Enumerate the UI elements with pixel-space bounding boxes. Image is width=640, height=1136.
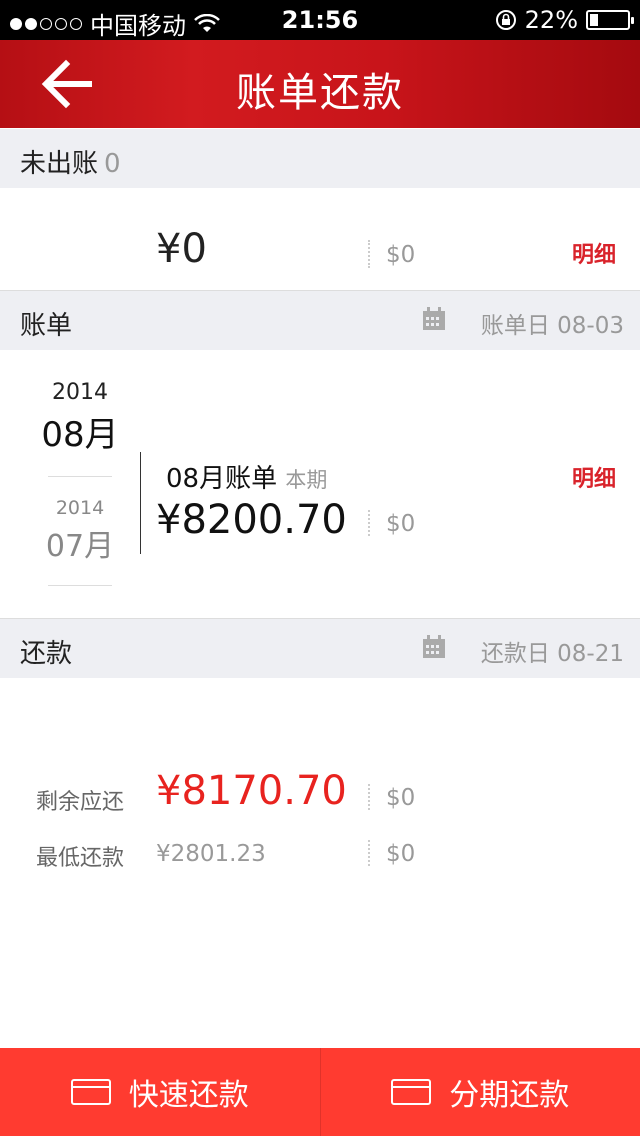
bill-date: 账单日 08-03 [480,313,624,339]
min-payment-usd: $0 [386,841,416,867]
bill-title: 08月账单 [166,464,278,494]
month-year: 2014 [52,380,108,405]
unbilled-count: 0 [104,149,121,179]
unbilled-amount: ¥0 [156,226,207,272]
unbilled-detail-link[interactable]: 明细 [572,237,616,269]
status-bar: 中国移动 21:56 22% [0,0,640,40]
repay-date: 还款日 08-21 [480,641,624,667]
unbilled-usd: $0 [386,242,416,268]
bill-detail-link[interactable]: 明细 [572,461,616,493]
divider [48,476,112,477]
calendar-icon [423,635,445,658]
remaining-usd: $0 [386,785,416,811]
unbilled-header: 未出账 0 [0,129,640,188]
divider-dotted [368,510,370,536]
month-label: 08月 [41,415,119,455]
rotation-lock-icon [495,10,516,30]
month-divider-line [140,452,141,554]
installment-repay-label: 分期还款 [449,1078,570,1113]
divider-dotted [368,840,370,866]
divider-dotted [368,784,370,810]
quick-repay-button[interactable]: 快速还款 [0,1048,320,1136]
unbilled-label: 未出账 [20,149,99,179]
card-icon [70,1079,111,1105]
month-year: 2014 [55,497,105,519]
month-item-previous[interactable]: 2014 07月 [20,497,140,565]
remaining-amount: ¥8170.70 [156,768,347,814]
divider-dotted [368,240,370,268]
page-title: 账单还款 [236,70,404,116]
bill-amount: ¥8200.70 [156,497,347,543]
installment-repay-button[interactable]: 分期还款 [319,1048,640,1136]
nav-bar: 账单还款 [0,40,640,128]
battery-icon [586,10,634,30]
bottom-action-bar: 快速还款 分期还款 [0,1048,640,1136]
bill-period: 本期 [285,468,328,492]
min-payment-label: 最低还款 [36,846,125,871]
repay-label: 还款 [20,639,73,669]
min-payment-amount: ¥2801.23 [156,841,266,867]
bill-title-row: 08月账单 本期 [166,458,327,495]
bill-usd: $0 [386,511,416,537]
battery-percent: 22% [524,6,578,34]
card-icon [391,1079,432,1105]
divider [48,585,112,586]
bill-header: 账单 账单日 08-03 [0,291,640,350]
month-label: 07月 [45,529,115,564]
quick-repay-label: 快速还款 [128,1078,249,1113]
month-item-current[interactable]: 2014 08月 [20,380,140,456]
month-selector[interactable]: 2014 08月 2014 07月 [20,380,140,586]
repay-header: 还款 还款日 08-21 [0,619,640,678]
remaining-label: 剩余应还 [36,790,125,815]
calendar-icon [423,307,445,330]
bill-label: 账单 [20,311,73,341]
